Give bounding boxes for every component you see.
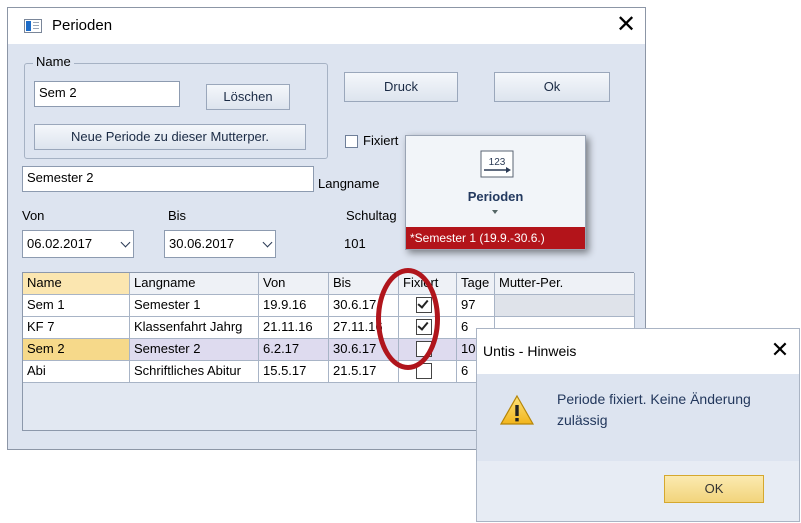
perioden-popup[interactable]: 123 Perioden *Semester 1 (19.9.-30.6.) [405,135,586,250]
dropdown-arrow-icon [492,210,498,214]
close-icon[interactable]: ✕ [610,11,642,41]
new-period-button[interactable]: Neue Periode zu dieser Mutterper. [34,124,306,150]
school-days-value: 101 [344,236,366,251]
hint-footer: OK [477,461,799,521]
column-header-langname[interactable]: Langname [130,273,259,295]
current-period-banner[interactable]: *Semester 1 (19.9.-30.6.) [406,227,585,249]
window-app-icon [24,19,42,33]
from-date-picker[interactable]: 06.02.2017 [22,230,134,258]
table-cell-langname[interactable]: Semester 1 [130,295,259,317]
calendar-123-icon: 123 [480,150,514,178]
long-name-label: Langname [318,176,380,191]
name-group-label: Name [33,54,74,69]
column-header-von[interactable]: Von [259,273,329,295]
table-cell-bis[interactable]: 21.5.17 [329,361,399,383]
table-cell-name[interactable]: Abi [23,361,130,383]
name-input[interactable]: Sem 2 [34,81,180,107]
ok-button[interactable]: Ok [494,72,610,102]
fixed-checkbox-label: Fixiert [363,133,399,148]
table-cell-tage[interactable]: 97 [457,295,495,317]
chevron-down-icon [262,237,273,248]
chevron-down-icon [120,237,131,248]
to-label: Bis [168,208,187,223]
to-date-value: 30.06.2017 [169,236,235,251]
hint-message: Periode fixiert. Keine Änderung zulässig [557,391,751,428]
table-cell-mutter-per[interactable] [495,295,635,317]
calendar-icon-text: 123 [489,157,506,168]
table-cell-von[interactable]: 15.5.17 [259,361,329,383]
hint-title: Untis - Hinweis [483,343,577,359]
column-header-name[interactable]: Name [23,273,130,295]
hint-body: Periode fixiert. Keine Änderung zulässig [477,374,799,461]
print-button[interactable]: Druck [344,72,458,102]
hint-ok-button[interactable]: OK [664,475,764,503]
warning-icon [499,394,535,425]
title-bar: Perioden ✕ [8,8,645,44]
table-cell-langname[interactable]: Klassenfahrt Jahrg [130,317,259,339]
from-date-value: 06.02.2017 [27,236,93,251]
column-header-tage[interactable]: Tage [457,273,495,295]
perioden-popup-label: Perioden [467,189,524,204]
table-cell-von[interactable]: 6.2.17 [259,339,329,361]
from-label: Von [22,208,45,223]
fixed-checkbox[interactable] [345,135,358,148]
table-cell-langname[interactable]: Semester 2 [130,339,259,361]
fixed-column-highlight-ring [376,268,440,370]
school-days-label: Schultag [346,208,397,223]
table-cell-von[interactable]: 21.11.16 [259,317,329,339]
table-cell-langname[interactable]: Schriftliches Abitur [130,361,259,383]
long-name-input[interactable]: Semester 2 [22,166,314,192]
close-icon[interactable]: ✕ [765,335,795,365]
column-header-mutter-per[interactable]: Mutter-Per. [495,273,635,295]
table-cell-von[interactable]: 19.9.16 [259,295,329,317]
table-cell-name[interactable]: KF 7 [23,317,130,339]
to-date-picker[interactable]: 30.06.2017 [164,230,276,258]
table-cell-name[interactable]: Sem 1 [23,295,130,317]
hint-dialog: Untis - Hinweis ✕ Periode fixiert. Keine… [476,328,800,522]
table-cell-name[interactable]: Sem 2 [23,339,130,361]
delete-button[interactable]: Löschen [206,84,290,110]
window-title: Perioden [52,17,113,34]
